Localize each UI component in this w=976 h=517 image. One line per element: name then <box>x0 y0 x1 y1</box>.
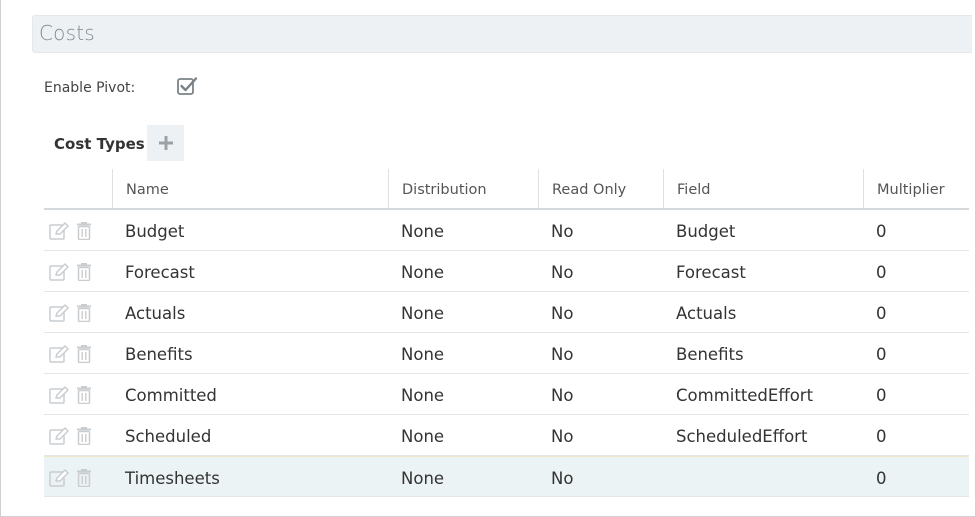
cell-distribution: None <box>401 386 445 405</box>
cell-field <box>663 457 863 497</box>
cell-name: Timesheets <box>125 469 220 488</box>
table-row[interactable]: Forecast None No Forecast 0 <box>44 251 969 292</box>
cell-name: Benefits <box>125 345 193 364</box>
cell-name: Actuals <box>125 304 186 323</box>
cell-distribution: None <box>401 222 445 241</box>
edit-icon[interactable] <box>49 345 69 363</box>
cell-distribution: None <box>401 304 445 323</box>
cell-field: ScheduledEffort <box>676 427 808 446</box>
row-actions <box>44 292 112 332</box>
row-actions <box>44 210 112 250</box>
trash-icon[interactable] <box>74 263 94 281</box>
column-header-field[interactable]: Field <box>663 169 863 208</box>
trash-icon[interactable] <box>74 386 94 404</box>
section-header: Costs <box>32 15 972 53</box>
cell-multiplier: 0 <box>876 345 887 364</box>
cell-read-only: No <box>551 345 574 364</box>
cell-multiplier: 0 <box>876 427 887 446</box>
cell-name: Forecast <box>125 263 195 282</box>
costs-panel: Costs Enable Pivot: Cost Types Name Dist… <box>0 0 976 517</box>
row-actions <box>44 457 112 497</box>
cell-name: Budget <box>125 222 185 241</box>
cell-distribution: None <box>401 345 445 364</box>
cell-name: Committed <box>125 386 217 405</box>
enable-pivot-checkbox[interactable] <box>176 75 198 101</box>
grid-header: Name Distribution Read Only Field Multip… <box>44 169 969 210</box>
cell-field: Benefits <box>676 345 744 364</box>
edit-icon[interactable] <box>49 386 69 404</box>
row-actions <box>44 251 112 291</box>
table-row[interactable]: Scheduled None No ScheduledEffort 0 <box>44 415 969 456</box>
section-title: Costs <box>39 21 95 45</box>
add-cost-type-button[interactable] <box>147 125 184 161</box>
cell-field: CommittedEffort <box>676 386 814 405</box>
actions-column-header <box>44 169 112 208</box>
table-row[interactable]: Budget None No Budget 0 <box>44 210 969 251</box>
edit-icon[interactable] <box>49 222 69 240</box>
plus-icon <box>158 136 173 150</box>
cell-distribution: None <box>401 263 445 282</box>
column-header-read-only[interactable]: Read Only <box>538 169 663 208</box>
trash-icon[interactable] <box>74 304 94 322</box>
trash-icon[interactable] <box>74 345 94 363</box>
enable-pivot-row: Enable Pivot: <box>44 76 198 100</box>
cost-types-grid: Name Distribution Read Only Field Multip… <box>44 169 969 497</box>
checkbox-checked-icon <box>177 77 198 95</box>
table-row[interactable]: Timesheets None No 0 <box>44 456 969 497</box>
cell-read-only: No <box>551 386 574 405</box>
cell-field: Actuals <box>676 304 737 323</box>
trash-icon[interactable] <box>74 427 94 445</box>
cell-multiplier: 0 <box>876 304 887 323</box>
cell-read-only: No <box>551 304 574 323</box>
edit-icon[interactable] <box>49 304 69 322</box>
table-row[interactable]: Committed None No CommittedEffort 0 <box>44 374 969 415</box>
cell-distribution: None <box>401 469 445 488</box>
edit-icon[interactable] <box>49 263 69 281</box>
column-header-multiplier[interactable]: Multiplier <box>863 169 969 208</box>
grid-body: Budget None No Budget 0 Forecast None No… <box>44 210 969 497</box>
trash-icon[interactable] <box>74 222 94 240</box>
cell-field: Forecast <box>676 263 746 282</box>
cell-multiplier: 0 <box>876 263 887 282</box>
row-actions <box>44 374 112 414</box>
cell-multiplier: 0 <box>876 386 887 405</box>
cell-name: Scheduled <box>125 427 212 446</box>
cell-read-only: No <box>551 222 574 241</box>
cell-multiplier: 0 <box>876 222 887 241</box>
column-header-name[interactable]: Name <box>112 169 388 208</box>
cell-field: Budget <box>676 222 736 241</box>
edit-icon[interactable] <box>49 469 69 487</box>
table-row[interactable]: Actuals None No Actuals 0 <box>44 292 969 333</box>
cost-types-title: Cost Types <box>54 135 145 153</box>
cell-read-only: No <box>551 263 574 282</box>
table-row[interactable]: Benefits None No Benefits 0 <box>44 333 969 374</box>
column-header-distribution[interactable]: Distribution <box>388 169 538 208</box>
edit-icon[interactable] <box>49 427 69 445</box>
row-actions <box>44 333 112 373</box>
trash-icon[interactable] <box>74 469 94 487</box>
enable-pivot-label: Enable Pivot: <box>44 80 136 96</box>
row-actions <box>44 415 112 455</box>
cell-distribution: None <box>401 427 445 446</box>
cell-multiplier: 0 <box>876 469 887 488</box>
cell-read-only: No <box>551 469 574 488</box>
cell-read-only: No <box>551 427 574 446</box>
